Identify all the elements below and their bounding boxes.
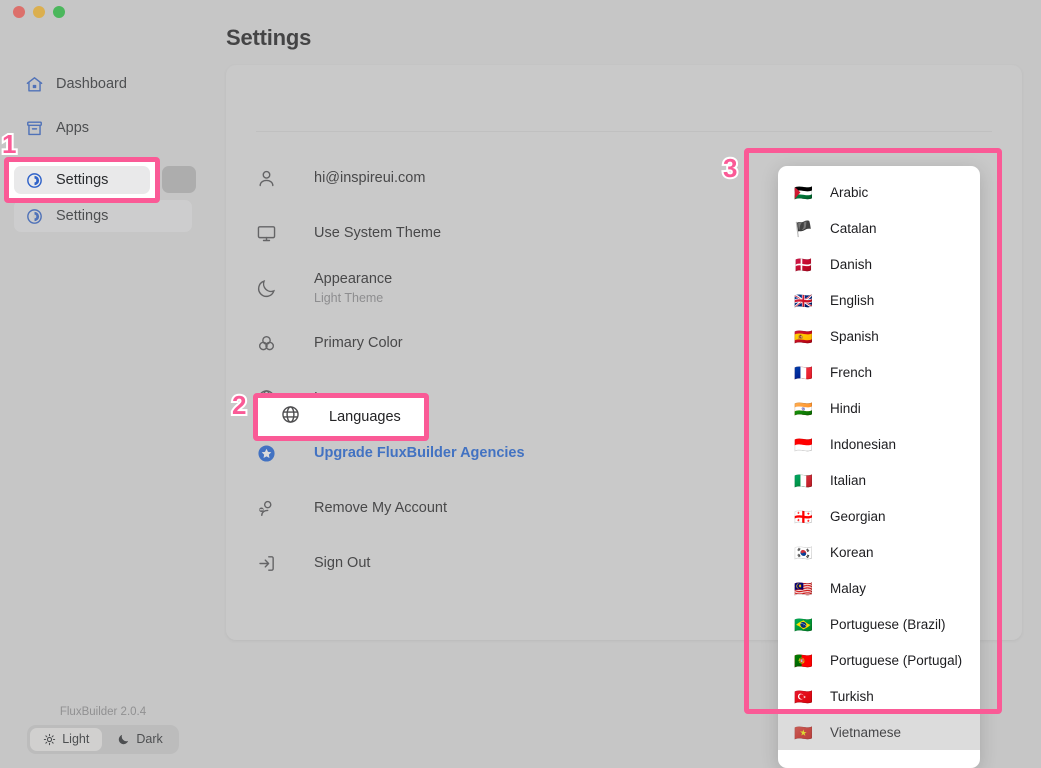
language-option-label: English [830,293,875,309]
sidebar-item-settings[interactable]: Settings [14,200,192,232]
minimize-window-button[interactable] [33,6,45,18]
card-divider [256,131,992,132]
language-option[interactable]: 🇻🇳 Vietnamese [778,715,980,751]
theme-toggle-group[interactable]: Light Dark [27,725,179,754]
flag-icon: 🇻🇳 [794,724,813,742]
settings-row-sublabel: Light Theme [314,290,384,305]
language-option-label: Danish [830,257,873,273]
close-window-button[interactable] [13,6,25,18]
language-dropdown[interactable]: 🇵🇸 Arabic 🏴 Catalan 🇩🇰 Danish 🇬🇧 English 🇪🇸 Spani… [778,166,980,768]
settings-row-label: Primary Color [314,335,403,352]
language-option-label: Arabic [830,185,869,201]
gear-icon [24,170,44,190]
language-option[interactable]: 🇫🇷 French [778,355,980,391]
sidebar-footer: FluxBuilder 2.0.4 Light Dark [0,706,206,754]
color-circles-icon [256,332,286,356]
flag-icon: 🇵🇸 [794,184,813,202]
settings-row-label: Sign Out [314,555,371,572]
flag-icon: 🇮🇩 [794,436,813,454]
sidebar-item-apps[interactable]: Apps [14,112,192,144]
settings-row-label: hi@inspireui.com [314,170,426,187]
flag-icon: 🏴 [794,220,813,238]
language-option-label: Indonesian [830,437,897,453]
flag-icon: 🇮🇹 [794,472,813,490]
sidebar-item-label: Dashboard [56,75,127,92]
sidebar-item-label: Apps [56,119,90,136]
window-traffic-lights [13,6,65,18]
language-option-label: Catalan [830,221,877,237]
theme-light-label: Light [62,732,90,747]
person-minus-icon [256,497,286,521]
zoom-window-button[interactable] [53,6,65,18]
flag-icon: 🇩🇰 [794,256,813,274]
language-option[interactable]: 🇹🇷 Turkish [778,679,980,715]
moon-icon [256,277,286,301]
settings-row-label: Appearance [314,270,393,287]
language-option-label: Georgian [830,509,886,525]
settings-row-languages-highlighted[interactable]: Languages [258,398,424,436]
flag-icon: 🇪🇸 [794,328,813,346]
language-option-label: Portuguese (Brazil) [830,617,946,633]
language-option[interactable]: 🇪🇸 Spanish [778,319,980,355]
home-icon [24,74,44,94]
language-option[interactable]: 🇰🇷 Korean [778,535,980,571]
flag-icon: 🇫🇷 [794,364,813,382]
flag-icon: 🇰🇷 [794,544,813,562]
language-option-label: Spanish [830,329,879,345]
flag-icon: 🇬🇪 [794,508,813,526]
flag-icon: 🇬🇧 [794,292,813,310]
language-option-label: Italian [830,473,867,489]
language-option[interactable]: 🇵🇹 Portuguese (Portugal) [778,643,980,679]
flag-icon: 🇲🇾 [794,580,813,598]
settings-row-label: Languages [329,408,401,425]
flag-icon: 🇵🇹 [794,652,813,670]
app-window: Dashboard Apps Settings FluxBuilder 2.0.… [0,0,1041,768]
flag-icon: 🇧🇷 [794,616,813,634]
sidebar-item-label: Settings [56,171,109,188]
settings-row-label: Use System Theme [314,225,442,242]
language-option-label: Korean [830,545,874,561]
language-option-label: Turkish [830,689,874,705]
language-option[interactable]: 🇩🇰 Danish [778,247,980,283]
settings-row-label: Upgrade FluxBuilder Agencies [314,445,525,462]
language-option[interactable]: 🇮🇹 Italian [778,463,980,499]
sidebar-nav: Dashboard Apps Settings [0,68,206,244]
page-title: Settings [226,25,312,50]
language-option[interactable]: 🇬🇪 Georgian [778,499,980,535]
language-option[interactable]: 🇮🇳 Hindi [778,391,980,427]
language-option[interactable]: 🇲🇾 Malay [778,571,980,607]
sidebar-item-settings-highlighted[interactable]: Settings [14,166,150,194]
person-icon [256,167,286,191]
language-option-label: French [830,365,873,381]
language-option-label: Portuguese (Portugal) [830,653,963,669]
sidebar-item-label: Settings [56,207,109,224]
sidebar-item-dashboard[interactable]: Dashboard [14,68,192,100]
globe-icon [280,404,301,430]
sidebar: Dashboard Apps Settings FluxBuilder 2.0.… [0,0,207,768]
monitor-icon [256,222,286,246]
gear-icon [24,206,44,226]
theme-dark-label: Dark [136,732,163,747]
settings-row-label: Remove My Account [314,500,447,517]
language-option-label: Vietnamese [830,725,902,741]
theme-light-button[interactable]: Light [30,728,103,751]
language-option[interactable]: 🇮🇩 Indonesian [778,427,980,463]
language-option-label: Malay [830,581,867,597]
app-version-label: FluxBuilder 2.0.4 [59,706,147,718]
star-badge-icon [256,442,286,466]
flag-icon: 🇹🇷 [794,688,813,706]
archive-box-icon [24,118,44,138]
moon-icon [117,733,130,746]
language-option[interactable]: 🇧🇷 Portuguese (Brazil) [778,607,980,643]
sun-icon [43,733,56,746]
language-option-label: Hindi [830,401,861,417]
sidebar-collapse-handle[interactable] [162,166,196,193]
language-option[interactable]: 🏴 Catalan [778,211,980,247]
sign-out-icon [256,552,286,576]
theme-dark-button[interactable]: Dark [104,728,175,751]
language-option[interactable]: 🇵🇸 Arabic [778,175,980,211]
flag-icon: 🇮🇳 [794,400,813,418]
language-option[interactable]: 🇬🇧 English [778,283,980,319]
